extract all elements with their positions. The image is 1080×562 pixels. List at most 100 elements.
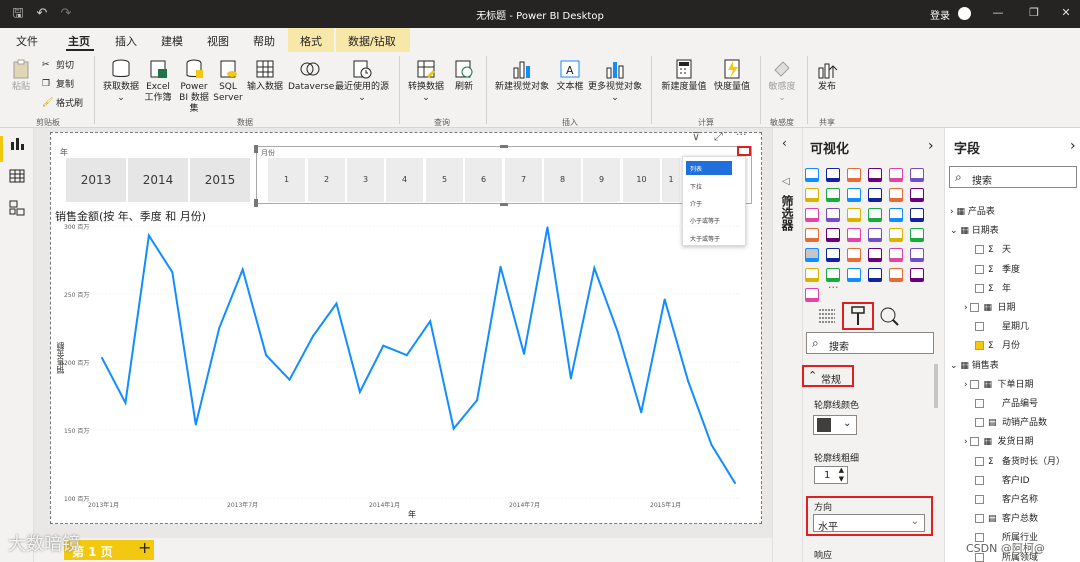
transform-data-button[interactable]: 转换数据 ⌄ [404, 58, 448, 104]
fields-tab-icon[interactable] [812, 302, 842, 330]
data-point[interactable] [265, 354, 268, 357]
field-item[interactable]: › ▦ 发货日期 [964, 434, 1033, 447]
field-checkbox[interactable] [975, 514, 984, 524]
month-slicer-item[interactable]: 6 [465, 158, 502, 202]
data-point[interactable] [241, 268, 244, 271]
slicer-icon[interactable] [847, 248, 861, 262]
field-item[interactable]: ▤ 动销产品数 [975, 415, 1047, 428]
field-checkbox[interactable] [975, 341, 984, 351]
field-item[interactable]: 客户ID [975, 473, 1030, 486]
scatter-icon[interactable] [847, 208, 861, 222]
data-point[interactable] [194, 423, 197, 426]
year-slicer-item[interactable]: 2013 [66, 158, 126, 202]
excel-button[interactable]: Excel 工作簿 [143, 58, 173, 104]
power-automate-icon[interactable] [805, 288, 819, 302]
chevron-right-icon[interactable]: › [928, 138, 934, 154]
line-chart[interactable] [55, 218, 755, 508]
orientation-select[interactable]: 水平 ⌄ [813, 514, 925, 533]
field-checkbox[interactable] [970, 303, 980, 312]
area-icon[interactable] [826, 188, 840, 202]
data-point[interactable] [569, 377, 572, 380]
filters-collapsed-pane[interactable]: ‹ ◁ [772, 128, 802, 562]
pbi-dataset-button[interactable]: Power BI 数据集 [175, 58, 213, 115]
treemap-icon[interactable] [910, 208, 924, 222]
table-item[interactable]: ⌄ ▦ 销售表 [950, 358, 999, 371]
pane-scrollbar[interactable] [934, 364, 938, 408]
tab-view[interactable]: 视图 [207, 33, 229, 49]
clustered-bar-icon[interactable] [847, 168, 861, 182]
field-item[interactable]: ▤ 客户总数 [975, 511, 1038, 524]
smart-narrative-icon[interactable] [868, 268, 882, 282]
copy-button[interactable]: ❐ 复制 [42, 79, 74, 91]
report-view-icon[interactable] [9, 136, 25, 152]
dropdown-chevron-icon[interactable] [737, 146, 751, 156]
shape-map-icon[interactable] [847, 228, 861, 242]
filled-map-icon[interactable] [826, 228, 840, 242]
chevron-left-icon[interactable]: ‹ [782, 136, 787, 150]
resize-handle[interactable] [500, 203, 508, 206]
data-point[interactable] [405, 354, 408, 357]
model-view-icon[interactable] [9, 200, 25, 216]
field-checkbox[interactable] [975, 264, 984, 274]
month-slicer-item[interactable]: 7 [505, 158, 542, 202]
data-point[interactable] [523, 352, 525, 355]
year-slicer-item[interactable]: 2014 [128, 158, 188, 202]
data-point[interactable] [124, 401, 127, 404]
decomposition-tree-icon[interactable] [826, 268, 840, 282]
analytics-tab-icon[interactable] [874, 302, 904, 330]
100-column-icon[interactable] [910, 168, 924, 182]
field-item[interactable]: Σ 备货时长（月） [975, 454, 1065, 467]
field-item[interactable]: Σ 季度 [975, 262, 1020, 275]
resize-handle[interactable] [254, 199, 258, 207]
pie-icon[interactable] [868, 208, 882, 222]
spin-up-icon[interactable]: ▲ [839, 466, 844, 474]
resize-handle[interactable] [254, 145, 258, 153]
data-point[interactable] [288, 378, 291, 381]
tab-insert[interactable]: 插入 [115, 33, 137, 49]
data-point[interactable] [147, 234, 150, 237]
data-point[interactable] [358, 390, 361, 393]
multi-row-card-icon[interactable] [805, 248, 819, 262]
enter-data-button[interactable]: 输入数据 [244, 58, 286, 93]
tab-modeling[interactable]: 建模 [161, 33, 183, 49]
month-slicer-item[interactable]: 2 [308, 158, 345, 202]
minimize-button[interactable]: — [988, 6, 1008, 19]
month-slicer-item[interactable]: 10 [623, 158, 660, 202]
funnel-icon[interactable] [826, 208, 840, 222]
100-bar-icon[interactable] [889, 168, 903, 182]
field-item[interactable]: Σ 天 [975, 242, 1011, 255]
dataverse-button[interactable]: Dataverse [288, 58, 334, 93]
field-item[interactable]: 星期几 [975, 319, 1029, 332]
data-point[interactable] [499, 265, 502, 268]
series-line[interactable] [101, 227, 736, 484]
field-item[interactable]: 产品编号 [975, 396, 1038, 409]
data-point[interactable] [546, 226, 549, 229]
ribbon-icon[interactable] [910, 188, 924, 202]
stacked-column-icon[interactable] [826, 168, 840, 182]
field-checkbox[interactable] [975, 495, 984, 504]
month-slicer-item[interactable]: 1 [268, 158, 305, 202]
data-view-icon[interactable] [9, 168, 25, 184]
tab-home[interactable]: 主页 [68, 33, 90, 49]
restore-button[interactable]: ❐ [1024, 6, 1044, 19]
signin-link[interactable]: 登录 [930, 7, 950, 22]
waterfall-icon[interactable] [805, 208, 819, 222]
field-checkbox[interactable] [975, 245, 984, 255]
month-slicer-item[interactable]: 9 [583, 158, 620, 202]
menu-item-list[interactable]: 列表 [690, 164, 702, 173]
menu-item-between[interactable]: 介于 [690, 199, 702, 208]
gauge-icon[interactable] [889, 228, 903, 242]
data-point[interactable] [218, 327, 221, 329]
quick-measure-button[interactable]: 快度量值 [710, 58, 754, 93]
data-point[interactable] [335, 302, 338, 305]
field-checkbox[interactable] [975, 456, 984, 466]
data-point[interactable] [312, 335, 314, 338]
month-slicer-item[interactable]: 4 [386, 158, 423, 202]
field-item[interactable]: Σ 年 [975, 281, 1011, 294]
data-point[interactable] [171, 271, 174, 274]
data-point[interactable] [663, 298, 666, 301]
field-checkbox[interactable] [975, 283, 984, 293]
focus-mode-icon[interactable]: ⤢ [714, 130, 723, 144]
field-checkbox[interactable] [970, 379, 980, 389]
tab-help[interactable]: 帮助 [253, 33, 275, 49]
